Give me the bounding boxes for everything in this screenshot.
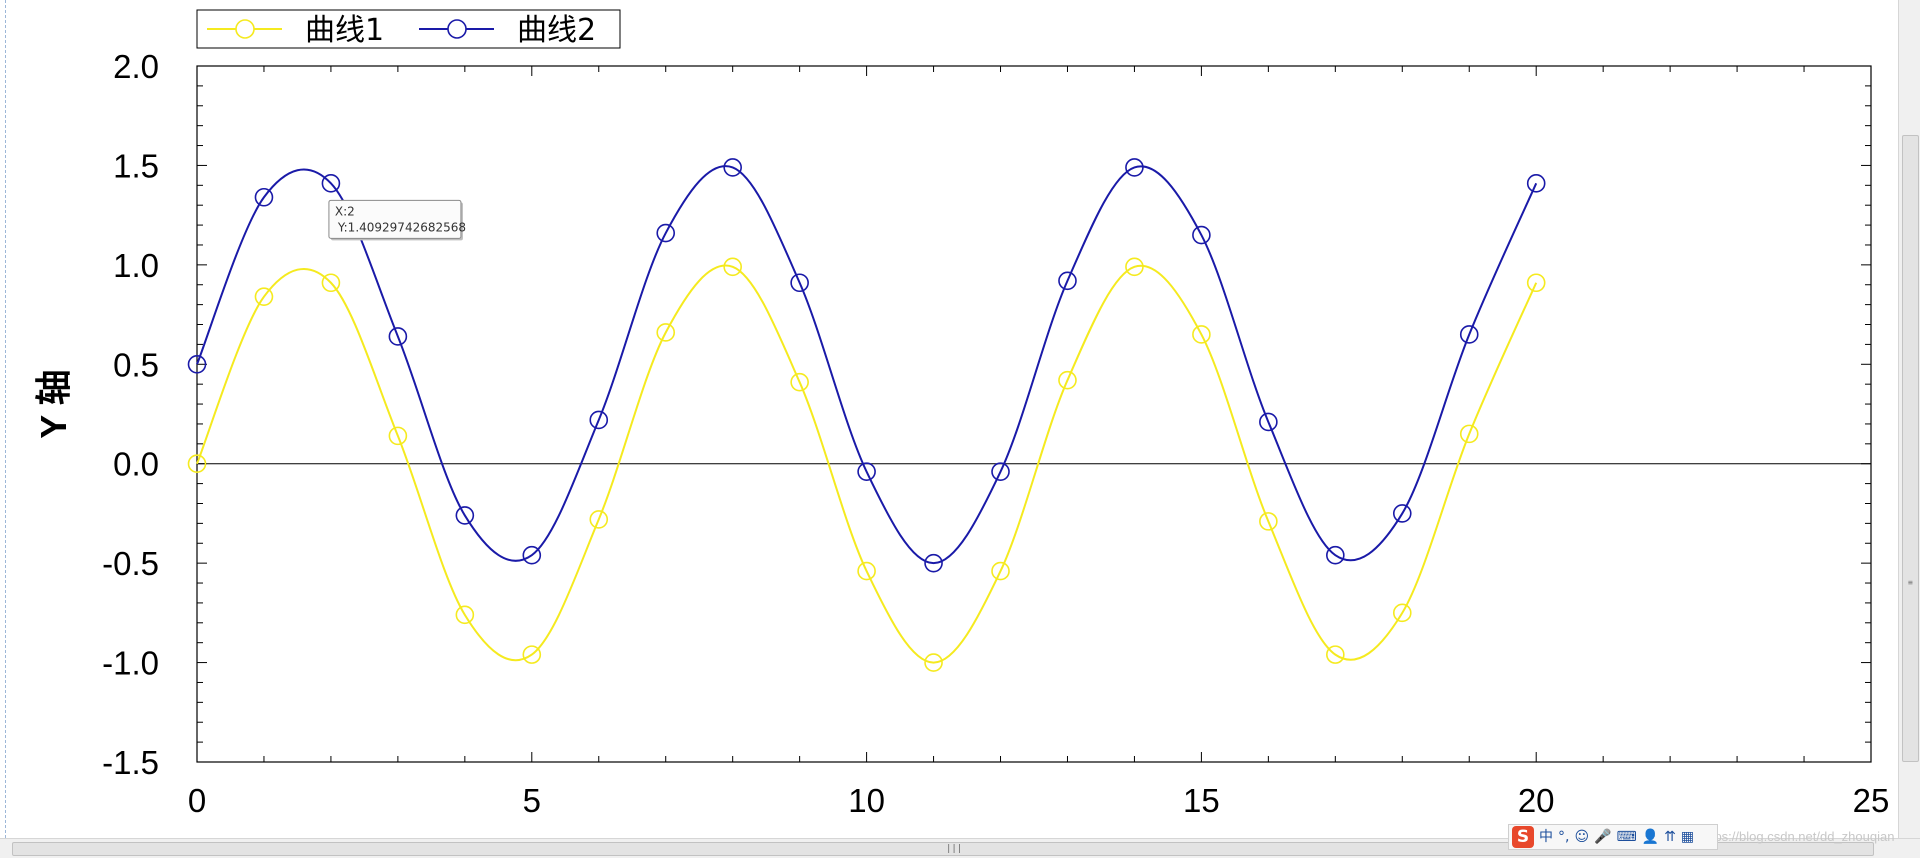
vertical-scrollbar[interactable]: ≡ xyxy=(1898,0,1920,840)
plot-area xyxy=(196,65,1872,763)
y-tick-label: 1.0 xyxy=(113,247,159,284)
watermark-url: https://blog.csdn.net/dd_zhouqian xyxy=(1700,829,1895,844)
ime-voice-icon[interactable]: 🎤 xyxy=(1594,826,1611,848)
x-tick-label: 15 xyxy=(1183,782,1220,819)
y-tick-label: -1.0 xyxy=(102,645,159,682)
legend-marker-icon xyxy=(235,19,255,39)
ime-user-icon[interactable]: 👤 xyxy=(1642,826,1659,848)
ime-punctuation-button[interactable]: °, xyxy=(1558,826,1569,848)
vertical-scrollbar-thumb[interactable]: ≡ xyxy=(1902,135,1919,762)
x-tick-label: 0 xyxy=(188,782,206,819)
sogou-logo-icon[interactable]: S xyxy=(1512,826,1534,848)
tooltip-x-value: X:2 xyxy=(335,204,355,218)
ime-toolbar[interactable]: S 中 °, ☺ 🎤 ⌨ 👤 ⇈ ▦ xyxy=(1508,824,1718,850)
scroll-grip-icon: ≡ xyxy=(1908,578,1913,587)
ime-tools-icon[interactable]: ⇈ xyxy=(1664,826,1676,848)
x-tick-label: 25 xyxy=(1853,782,1890,819)
axes: 0 5 10 15 20 25 -1.5 -1.0 -0.5 0.0 0.5 1.0 1.5 2.0 Y 轴 xyxy=(33,48,1889,819)
x-tick-label: 20 xyxy=(1518,782,1555,819)
y-tick-label: 0.0 xyxy=(113,446,159,483)
y-tick-label: 2.0 xyxy=(113,48,159,85)
chart-window: 0 5 10 15 20 25 -1.5 -1.0 -0.5 0.0 0.5 1.0 1.5 2.0 Y 轴… xyxy=(0,0,1920,858)
scroll-grip-icon: ||| xyxy=(946,844,963,854)
y-axis-title: Y 轴 xyxy=(33,369,74,438)
legend-label: 曲线2 xyxy=(517,13,596,48)
x-tick-label: 5 xyxy=(523,782,541,819)
y-tick-label: -1.5 xyxy=(102,744,159,781)
legend-marker-icon xyxy=(447,19,467,39)
x-tick-label: 10 xyxy=(848,782,885,819)
data-tooltip: X:2 Y:1.40929742682568 xyxy=(328,199,466,241)
legend-label: 曲线1 xyxy=(305,13,384,48)
y-tick-label: -0.5 xyxy=(102,545,159,582)
ime-menu-icon[interactable]: ▦ xyxy=(1681,826,1694,848)
tooltip-y-value: Y:1.40929742682568 xyxy=(337,220,466,234)
ime-chinese-mode-button[interactable]: 中 xyxy=(1539,826,1553,848)
ime-emoji-icon[interactable]: ☺ xyxy=(1574,826,1589,848)
data-point[interactable] xyxy=(1526,174,1546,193)
legend: 曲线1 曲线2 xyxy=(196,9,621,49)
y-tick-label: 1.5 xyxy=(113,147,159,184)
line-chart: 0 5 10 15 20 25 -1.5 -1.0 -0.5 0.0 0.5 1.0 1.5 2.0 Y 轴… xyxy=(33,9,1889,819)
plot-frame xyxy=(196,65,1872,763)
y-tick-label: 0.5 xyxy=(113,346,159,383)
ime-keyboard-icon[interactable]: ⌨ xyxy=(1617,826,1637,848)
